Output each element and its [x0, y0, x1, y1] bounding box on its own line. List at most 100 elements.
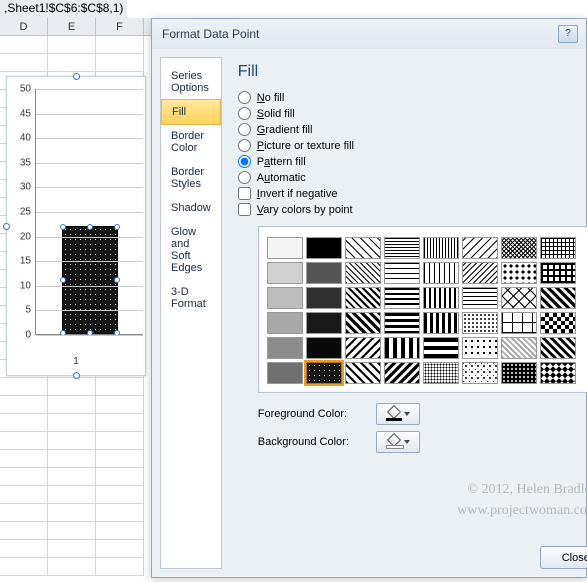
cell[interactable]: [48, 432, 96, 450]
radio-solid-fill[interactable]: [238, 107, 251, 120]
pattern-swatch[interactable]: [462, 312, 498, 334]
cell[interactable]: [48, 36, 96, 54]
embedded-chart[interactable]: 1 05101520253035404550: [6, 76, 146, 376]
cell[interactable]: [48, 468, 96, 486]
radio-no-fill[interactable]: [238, 91, 251, 104]
cell[interactable]: [0, 450, 48, 468]
vary-colors-option[interactable]: Vary colors by point: [238, 203, 587, 216]
cell[interactable]: [0, 504, 48, 522]
cell[interactable]: [0, 36, 48, 54]
pattern-swatch[interactable]: [267, 312, 303, 334]
cell[interactable]: [0, 468, 48, 486]
radio-pattern-fill[interactable]: [238, 155, 251, 168]
cell[interactable]: [0, 558, 48, 576]
pattern-swatch[interactable]: [306, 287, 342, 309]
invert-if-negative-option[interactable]: Invert if negative: [238, 187, 587, 200]
foreground-color-button[interactable]: [376, 403, 420, 425]
radio-gradient-fill[interactable]: [238, 123, 251, 136]
cell[interactable]: [96, 522, 144, 540]
cell[interactable]: [48, 450, 96, 468]
cell[interactable]: [48, 396, 96, 414]
col-header[interactable]: F: [96, 18, 144, 35]
cell[interactable]: [0, 54, 48, 72]
cell[interactable]: [48, 414, 96, 432]
point-handle[interactable]: [114, 277, 120, 283]
fill-option-gradient[interactable]: Gradient fill: [238, 123, 587, 136]
radio-picture-fill[interactable]: [238, 139, 251, 152]
pattern-swatch[interactable]: [384, 237, 420, 259]
cell[interactable]: [0, 522, 48, 540]
cell[interactable]: [0, 378, 48, 396]
resize-handle[interactable]: [3, 223, 10, 230]
cell[interactable]: [48, 378, 96, 396]
sidebar-item-series-options[interactable]: Series Options: [161, 64, 221, 100]
cell[interactable]: [96, 414, 144, 432]
pattern-swatch[interactable]: [462, 362, 498, 384]
cell[interactable]: [48, 504, 96, 522]
checkbox-vary-colors[interactable]: [238, 203, 251, 216]
sidebar-item-shadow[interactable]: Shadow: [161, 196, 221, 220]
pattern-swatch[interactable]: [423, 262, 459, 284]
pattern-swatch[interactable]: [501, 262, 537, 284]
point-handle[interactable]: [87, 224, 93, 230]
pattern-swatch[interactable]: [540, 362, 576, 384]
pattern-swatch[interactable]: [423, 312, 459, 334]
formula-bar[interactable]: ,Sheet1!$C$6:$C$8,1): [0, 0, 127, 18]
pattern-swatch[interactable]: [501, 312, 537, 334]
cell[interactable]: [0, 432, 48, 450]
pattern-swatch[interactable]: [423, 337, 459, 359]
pattern-swatch[interactable]: [540, 287, 576, 309]
pattern-swatch[interactable]: [384, 287, 420, 309]
pattern-swatch[interactable]: [345, 337, 381, 359]
pattern-swatch[interactable]: [384, 262, 420, 284]
close-button[interactable]: Close: [540, 546, 587, 569]
pattern-swatch[interactable]: [267, 237, 303, 259]
radio-automatic[interactable]: [238, 171, 251, 184]
chart-bar[interactable]: [62, 226, 118, 334]
pattern-swatch[interactable]: [384, 337, 420, 359]
pattern-swatch[interactable]: [306, 237, 342, 259]
cell[interactable]: [96, 378, 144, 396]
pattern-swatch[interactable]: [384, 312, 420, 334]
pattern-swatch[interactable]: [540, 262, 576, 284]
col-header[interactable]: D: [0, 18, 48, 35]
pattern-swatch[interactable]: [540, 237, 576, 259]
fill-option-automatic[interactable]: Automatic: [238, 171, 587, 184]
pattern-swatch[interactable]: [423, 287, 459, 309]
pattern-swatch[interactable]: [501, 362, 537, 384]
cell[interactable]: [96, 558, 144, 576]
cell[interactable]: [96, 432, 144, 450]
cell[interactable]: [96, 486, 144, 504]
sidebar-item-border-color[interactable]: Border Color: [161, 124, 221, 160]
point-handle[interactable]: [114, 224, 120, 230]
pattern-swatch[interactable]: [462, 237, 498, 259]
pattern-swatch[interactable]: [423, 237, 459, 259]
point-handle[interactable]: [60, 224, 66, 230]
cell[interactable]: [48, 540, 96, 558]
pattern-swatch[interactable]: [306, 312, 342, 334]
cell[interactable]: [96, 54, 144, 72]
fill-option-solid[interactable]: Solid fill: [238, 107, 587, 120]
cell[interactable]: [48, 54, 96, 72]
pattern-swatch[interactable]: [306, 262, 342, 284]
cell[interactable]: [48, 558, 96, 576]
pattern-swatch[interactable]: [267, 262, 303, 284]
cell[interactable]: [0, 414, 48, 432]
cell[interactable]: [96, 540, 144, 558]
pattern-swatch[interactable]: [345, 287, 381, 309]
pattern-swatch[interactable]: [345, 312, 381, 334]
pattern-swatch[interactable]: [345, 262, 381, 284]
pattern-swatch[interactable]: [540, 312, 576, 334]
resize-handle[interactable]: [73, 73, 80, 80]
cell[interactable]: [96, 36, 144, 54]
sidebar-item-glow-and-soft-edges[interactable]: Glow and Soft Edges: [161, 220, 221, 280]
cell[interactable]: [96, 396, 144, 414]
sidebar-item-3-d-format[interactable]: 3-D Format: [161, 280, 221, 316]
cell[interactable]: [0, 540, 48, 558]
pattern-swatch[interactable]: [345, 362, 381, 384]
cell[interactable]: [96, 504, 144, 522]
pattern-swatch[interactable]: [267, 337, 303, 359]
resize-handle[interactable]: [73, 372, 80, 379]
background-color-button[interactable]: [376, 431, 420, 453]
fill-option-picture[interactable]: Picture or texture fill: [238, 139, 587, 152]
